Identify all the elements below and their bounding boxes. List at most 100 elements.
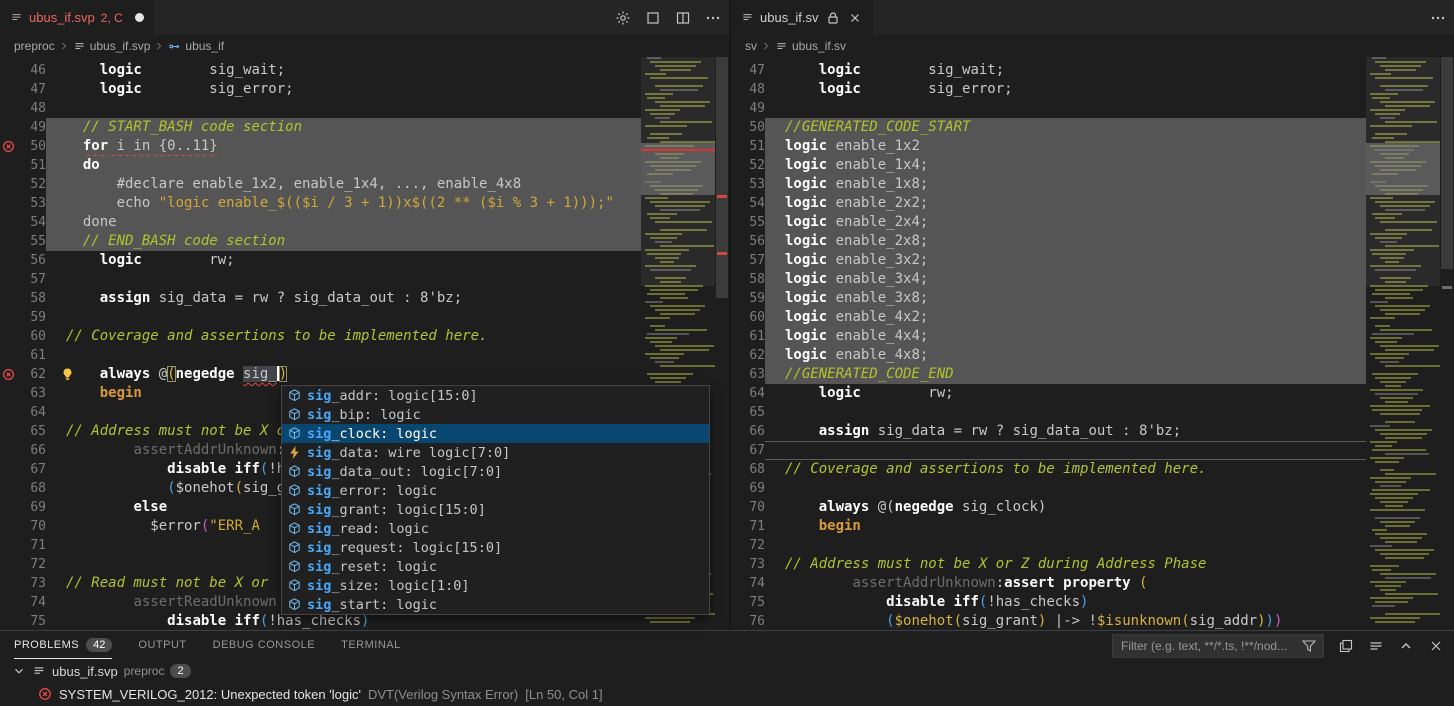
view-as-table-icon[interactable] xyxy=(1338,638,1354,654)
code-line-text[interactable]: logic enable_4x2; xyxy=(765,308,1366,327)
breadcrumb-symbol[interactable]: ubus_if xyxy=(168,39,224,53)
code-line[interactable]: 59 xyxy=(0,308,641,327)
code-line[interactable]: 47 logic sig_error; xyxy=(0,80,641,99)
code-line-text[interactable] xyxy=(765,403,1366,422)
code-line-text[interactable]: logic enable_3x2; xyxy=(765,251,1366,270)
dirty-indicator-dot[interactable] xyxy=(135,13,144,22)
code-line[interactable]: 61 xyxy=(0,346,641,365)
code-line[interactable]: 51logic enable_1x2 xyxy=(731,137,1366,156)
scrollbar-right[interactable] xyxy=(1440,57,1454,630)
code-line-text[interactable] xyxy=(46,346,641,365)
code-line[interactable]: 60// Coverage and assertions to be imple… xyxy=(0,327,641,346)
filter-input[interactable] xyxy=(1121,639,1301,653)
code-line-text[interactable]: echo "logic enable_$(($i / 3 + 1))x$((2 … xyxy=(46,194,641,213)
suggestion-item[interactable]: sig_request: logic[15:0] xyxy=(282,538,709,557)
code-line-text[interactable]: ($onehot(sig_grant) |-> !$isunknown(sig_… xyxy=(765,612,1366,630)
code-line-text[interactable]: logic enable_3x4; xyxy=(765,270,1366,289)
code-line[interactable]: 64 logic rw; xyxy=(731,384,1366,403)
code-line-text[interactable]: logic sig_wait; xyxy=(765,61,1366,80)
problems-file-row[interactable]: ubus_if.svp preproc 2 xyxy=(0,659,1454,683)
code-line[interactable]: 56 logic rw; xyxy=(0,251,641,270)
code-area-right[interactable]: 4647 logic sig_wait;48 logic sig_error;4… xyxy=(731,57,1366,630)
suggestion-item[interactable]: sig_data_out: logic[7:0] xyxy=(282,462,709,481)
code-line-text[interactable]: logic enable_4x8; xyxy=(765,346,1366,365)
code-line-text[interactable]: logic rw; xyxy=(46,251,641,270)
code-line[interactable]: 53 echo "logic enable_$(($i / 3 + 1))x$(… xyxy=(0,194,641,213)
code-line[interactable]: 76 ($onehot(sig_grant) |-> !$isunknown(s… xyxy=(731,612,1366,630)
problem-item-row[interactable]: SYSTEM_VERILOG_2012: Unexpected token 'l… xyxy=(0,683,1454,705)
suggestion-item[interactable]: sig_clock: logic xyxy=(282,424,709,443)
tab-terminal[interactable]: TERMINAL xyxy=(341,631,401,659)
code-line[interactable]: 62logic enable_4x8; xyxy=(731,346,1366,365)
breadcrumb-file[interactable]: ubus_if.svp xyxy=(73,39,151,53)
code-line-text[interactable]: logic enable_4x4; xyxy=(765,327,1366,346)
code-line-text[interactable]: logic enable_2x8; xyxy=(765,232,1366,251)
code-line-text[interactable]: always @(negedge sig_clock) xyxy=(765,498,1366,517)
breadcrumb-folder[interactable]: preproc xyxy=(14,39,55,53)
scrollbar-left[interactable] xyxy=(715,57,729,630)
code-line[interactable]: 73// Address must not be X or Z during A… xyxy=(731,555,1366,574)
code-line-text[interactable]: //GENERATED_CODE_START xyxy=(765,118,1366,137)
tab-ubus_if-svp[interactable]: ubus_if.svp 2, C xyxy=(0,0,154,35)
close-panel-icon[interactable] xyxy=(1428,638,1444,654)
code-line-text[interactable]: #declare enable_1x2, enable_1x4, ..., en… xyxy=(46,175,641,194)
close-icon[interactable] xyxy=(847,10,863,26)
open-preview-icon[interactable] xyxy=(645,10,661,26)
code-line-text[interactable]: logic sig_error; xyxy=(46,80,641,99)
code-line[interactable]: 52logic enable_1x4; xyxy=(731,156,1366,175)
code-line[interactable]: 55logic enable_2x4; xyxy=(731,213,1366,232)
code-line-text[interactable] xyxy=(765,536,1366,555)
code-line[interactable]: 66 assign sig_data = rw ? sig_data_out :… xyxy=(731,422,1366,441)
code-line[interactable]: 70 always @(negedge sig_clock) xyxy=(731,498,1366,517)
code-line-text[interactable]: // END_BASH code section xyxy=(46,232,641,251)
code-line-text[interactable]: assertAddrUnknown:assert property ( xyxy=(765,574,1366,593)
code-line[interactable]: 51 do xyxy=(0,156,641,175)
code-line[interactable]: 46 logic sig_wait; xyxy=(0,61,641,80)
code-line[interactable]: 52 #declare enable_1x2, enable_1x4, ...,… xyxy=(0,175,641,194)
code-line-text[interactable]: //GENERATED_CODE_END xyxy=(765,365,1366,384)
code-line[interactable]: 49 xyxy=(731,99,1366,118)
code-line-text[interactable]: done xyxy=(46,213,641,232)
problems-filter[interactable] xyxy=(1112,634,1324,658)
code-line[interactable]: 71 begin xyxy=(731,517,1366,536)
code-line[interactable]: 65 xyxy=(731,403,1366,422)
scrollbar-thumb[interactable] xyxy=(716,57,728,298)
code-line-text[interactable]: logic enable_1x8; xyxy=(765,175,1366,194)
code-line[interactable]: 62 always @(negedge sig_) xyxy=(0,365,641,384)
code-line-text[interactable]: logic enable_1x4; xyxy=(765,156,1366,175)
code-line-text[interactable]: do xyxy=(46,156,641,175)
code-line-text[interactable]: // Coverage and assertions to be impleme… xyxy=(46,327,641,346)
code-line[interactable]: 75 disable iff(!has_checks) xyxy=(731,593,1366,612)
filter-funnel-icon[interactable] xyxy=(1301,638,1317,654)
code-line-text[interactable]: disable iff(!has_checks) xyxy=(765,593,1366,612)
code-line[interactable]: 58logic enable_3x4; xyxy=(731,270,1366,289)
collapse-all-icon[interactable] xyxy=(1368,638,1384,654)
code-line[interactable]: 63//GENERATED_CODE_END xyxy=(731,365,1366,384)
scrollbar-thumb[interactable] xyxy=(1441,57,1453,269)
code-line[interactable]: 53logic enable_1x8; xyxy=(731,175,1366,194)
code-line[interactable]: 49 // START_BASH code section xyxy=(0,118,641,137)
breadcrumb-file[interactable]: ubus_if.sv xyxy=(775,39,846,53)
code-line-text[interactable]: always @(negedge sig_) xyxy=(46,365,641,384)
suggestion-item[interactable]: sig_read: logic xyxy=(282,519,709,538)
code-line[interactable]: 58 assign sig_data = rw ? sig_data_out :… xyxy=(0,289,641,308)
suggestion-item[interactable]: sig_size: logic[1:0] xyxy=(282,576,709,595)
code-line-text[interactable]: logic enable_3x8; xyxy=(765,289,1366,308)
code-line-text[interactable]: logic sig_wait; xyxy=(46,61,641,80)
code-line-text[interactable]: logic rw; xyxy=(765,384,1366,403)
code-line-text[interactable]: for i in {0..11} xyxy=(46,137,641,156)
code-line-text[interactable] xyxy=(46,308,641,327)
code-line-text[interactable]: // Address must not be X or Z during Add… xyxy=(765,555,1366,574)
more-actions-icon[interactable] xyxy=(1430,10,1446,26)
suggestion-item[interactable]: sig_start: logic xyxy=(282,595,709,614)
code-line-text[interactable]: // Coverage and assertions to be impleme… xyxy=(765,460,1366,479)
suggestion-item[interactable]: sig_bip: logic xyxy=(282,405,709,424)
code-line[interactable]: 59logic enable_3x8; xyxy=(731,289,1366,308)
code-line[interactable]: 47 logic sig_wait; xyxy=(731,61,1366,80)
code-line-text[interactable]: // START_BASH code section xyxy=(46,118,641,137)
code-line[interactable]: 54 done xyxy=(0,213,641,232)
code-line-text[interactable]: logic enable_2x4; xyxy=(765,213,1366,232)
suggestion-item[interactable]: sig_error: logic xyxy=(282,481,709,500)
tab-output[interactable]: OUTPUT xyxy=(138,631,186,659)
code-line[interactable]: 54logic enable_2x2; xyxy=(731,194,1366,213)
